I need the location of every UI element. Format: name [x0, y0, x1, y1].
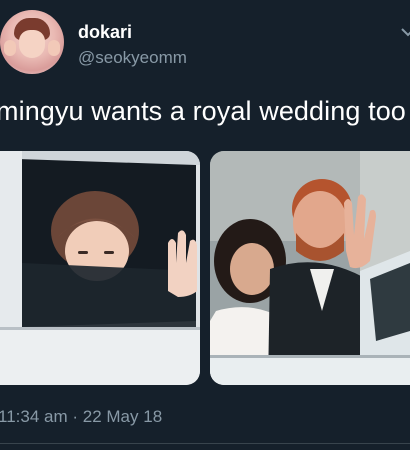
tweet-timestamp[interactable]: 11:34 am · 22 May 18 [0, 407, 162, 427]
timestamp-separator: · [72, 407, 79, 426]
divider [0, 443, 410, 444]
display-name[interactable]: dokari [78, 22, 132, 43]
tweet-photo-left[interactable] [0, 151, 200, 385]
avatar[interactable] [0, 10, 64, 74]
tweet-time: 11:34 am [0, 407, 68, 426]
tweet-date: 22 May 18 [82, 407, 163, 426]
user-handle[interactable]: @seokyeomm [78, 48, 187, 68]
tweet-photo-right[interactable] [210, 151, 410, 385]
tweet-text: mingyu wants a royal wedding too [0, 96, 406, 126]
chevron-down-icon[interactable] [400, 24, 410, 40]
